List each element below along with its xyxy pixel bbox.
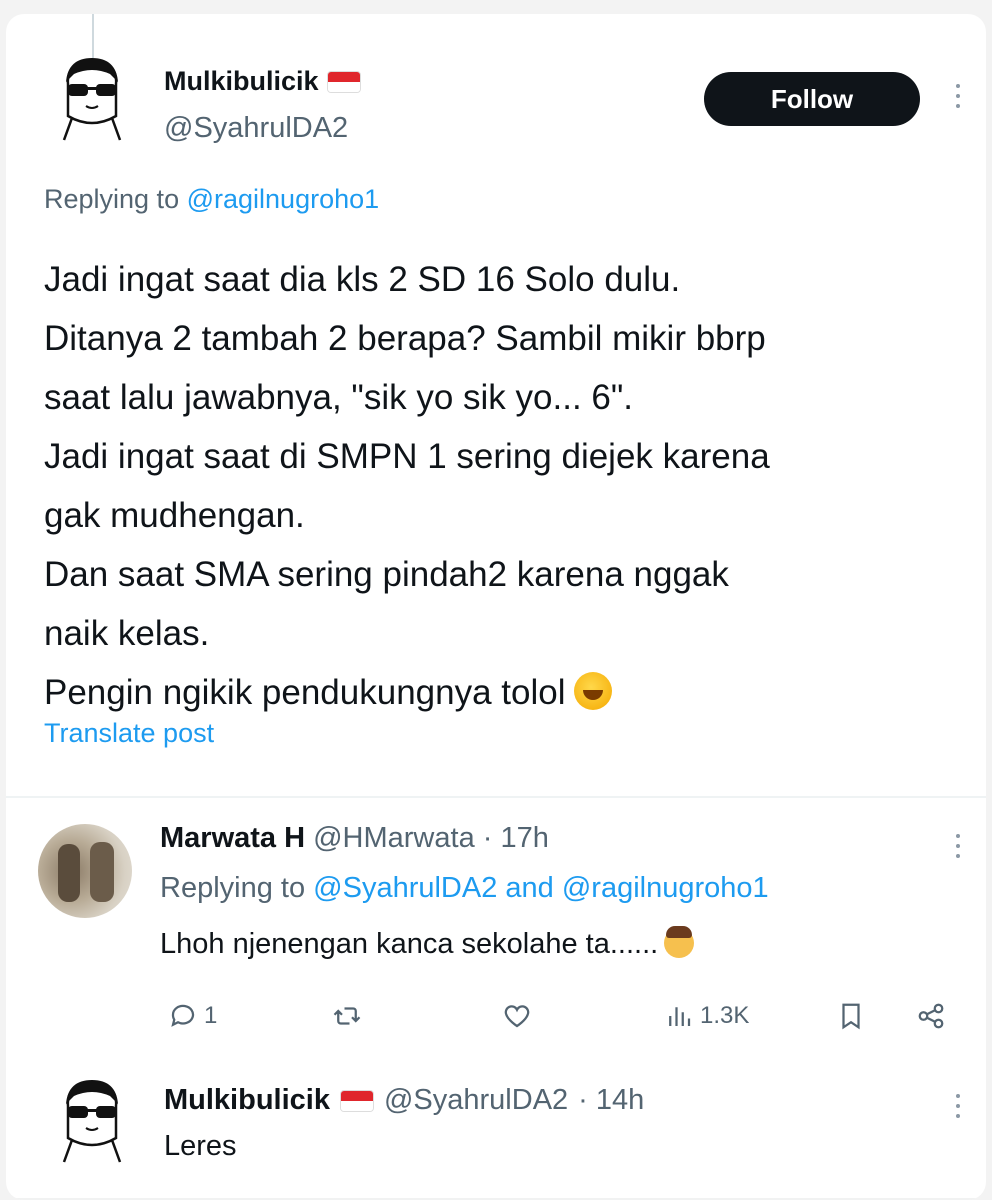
flag-icon xyxy=(339,1089,374,1112)
author-name-line[interactable]: Mulkibulicik xyxy=(164,66,361,97)
thread-line xyxy=(92,14,94,58)
mention-link[interactable]: @ragilnugroho1 xyxy=(187,184,380,214)
post-line: naik kelas. xyxy=(44,614,210,653)
retweet-icon xyxy=(333,1007,361,1025)
reply-replying-to: Replying to @SyahrulDA2 and @ragilnugroh… xyxy=(160,872,769,904)
reply-icon xyxy=(171,1004,195,1027)
mention-link[interactable]: @ragilnugroho1 xyxy=(562,872,769,904)
reply-body: Lhoh njenengan kanca sekolahe ta...... xyxy=(160,926,695,961)
translate-post-link[interactable]: Translate post xyxy=(44,718,214,749)
like-button[interactable] xyxy=(502,994,538,1038)
post-line: Dan saat SMA sering pindah2 karena nggak xyxy=(44,555,729,594)
reply-count: 1 xyxy=(204,1002,218,1029)
more-icon[interactable] xyxy=(954,84,962,108)
reply-author-handle[interactable]: @HMarwata xyxy=(313,822,475,854)
reply2-author-name[interactable]: Mulkibulicik xyxy=(164,1084,330,1117)
follow-button[interactable]: Follow xyxy=(704,72,920,126)
post-line: Jadi ingat saat di SMPN 1 sering diejek … xyxy=(44,437,770,476)
reply-avatar[interactable] xyxy=(38,824,132,918)
reply-header: Marwata H @HMarwata · 17h xyxy=(160,822,549,855)
share-button[interactable] xyxy=(916,994,946,1038)
laughing-emoji xyxy=(573,672,612,710)
views-count: 1.3K xyxy=(700,1002,750,1029)
replying-to: Replying to @ragilnugroho1 xyxy=(44,184,380,214)
reply2-time[interactable]: · 14h xyxy=(578,1084,644,1117)
reply-button[interactable]: 1 xyxy=(168,994,217,1038)
avatar[interactable] xyxy=(56,1076,128,1166)
author-name[interactable]: Mulkibulicik xyxy=(164,66,319,97)
post-line: Ditanya 2 tambah 2 berapa? Sambil mikir … xyxy=(44,319,766,358)
divider xyxy=(6,796,986,798)
post-line: saat lalu jawabnya, "sik yo sik yo... 6"… xyxy=(44,378,634,417)
post-body: Jadi ingat saat dia kls 2 SD 16 Solo dul… xyxy=(44,250,964,722)
flag-icon xyxy=(326,70,361,93)
reply2-header: Mulkibulicik @SyahrulDA2 · 14h xyxy=(164,1084,644,1117)
author-handle[interactable]: @SyahrulDA2 xyxy=(164,112,348,145)
share-icon xyxy=(918,1003,944,1029)
post-card: Mulkibulicik @SyahrulDA2 Follow Replying… xyxy=(6,14,986,1200)
reply-actions: 1 1.3K xyxy=(160,994,960,1038)
post-line: Jadi ingat saat dia kls 2 SD 16 Solo dul… xyxy=(44,260,681,299)
views-icon xyxy=(669,1007,691,1026)
more-icon[interactable] xyxy=(954,1094,962,1118)
post-line-last: Pengin ngikik pendukungnya tolol xyxy=(44,663,964,722)
avatar[interactable] xyxy=(56,54,128,144)
reply2-body: Leres xyxy=(164,1130,237,1162)
mention-link[interactable]: @SyahrulDA2 xyxy=(313,872,497,904)
post-line: gak mudhengan. xyxy=(44,496,305,535)
reply-author-name[interactable]: Marwata H xyxy=(160,822,305,854)
facepalm-emoji xyxy=(664,926,695,958)
reply-time[interactable]: · 17h xyxy=(483,822,549,854)
like-icon xyxy=(504,1005,530,1028)
views-button[interactable]: 1.3K xyxy=(664,994,749,1038)
more-icon[interactable] xyxy=(954,834,962,858)
retweet-button[interactable] xyxy=(332,994,368,1038)
bookmark-button[interactable] xyxy=(836,994,866,1038)
bookmark-icon xyxy=(842,1003,860,1030)
reply2-author-handle[interactable]: @SyahrulDA2 xyxy=(384,1084,568,1117)
